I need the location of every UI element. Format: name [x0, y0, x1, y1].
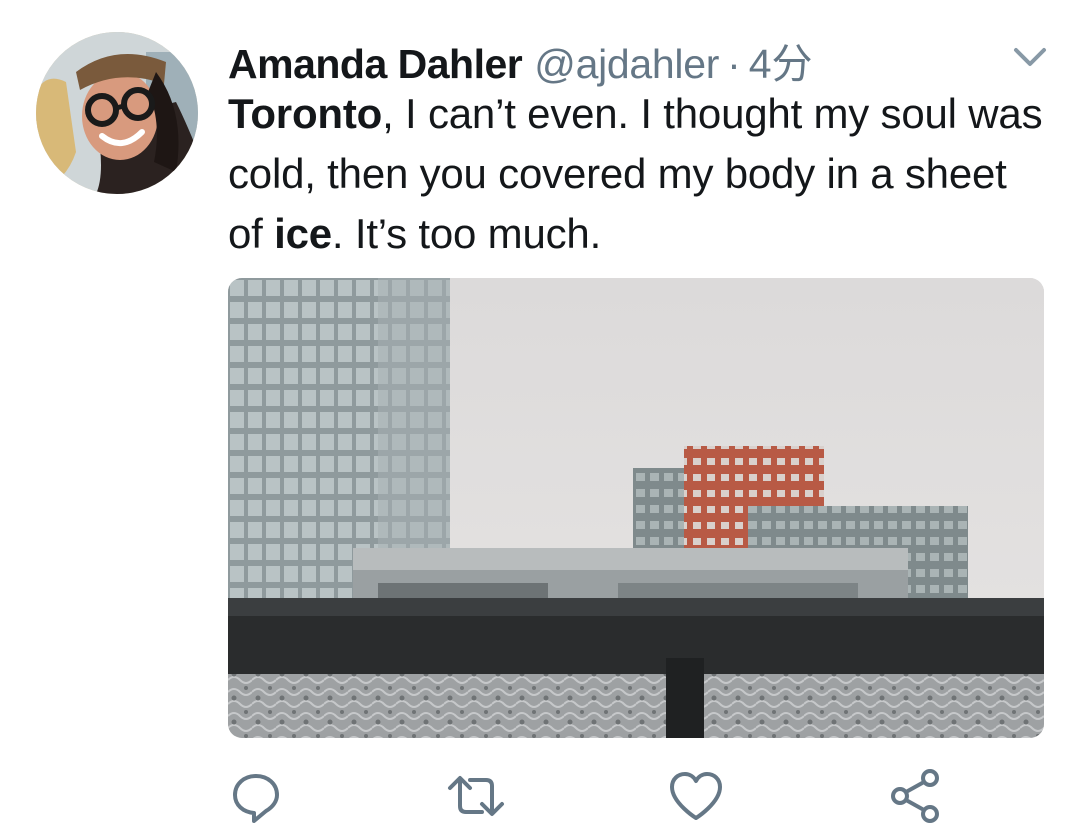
reply-icon[interactable] — [226, 766, 286, 826]
share-icon[interactable] — [886, 766, 946, 826]
tweet-text-segment: . It’s too much. — [331, 210, 602, 257]
photo-balcony-ice — [228, 278, 1044, 738]
tweet-timestamp[interactable]: 4分 — [749, 30, 813, 90]
chevron-down-icon[interactable] — [1008, 40, 1052, 74]
author-name[interactable]: Amanda Dahler — [228, 41, 523, 88]
tweet-header: Amanda Dahler @ajdahler · 4分 — [228, 30, 813, 87]
heart-icon[interactable] — [666, 766, 726, 826]
avatar-image — [36, 32, 198, 194]
author-handle[interactable]: @ajdahler — [534, 41, 719, 88]
tweet[interactable]: Amanda Dahler @ajdahler · 4分 Toronto, I … — [0, 0, 1080, 836]
avatar[interactable] — [36, 32, 198, 194]
tweet-text: Toronto, I can’t even. I thought my soul… — [228, 84, 1048, 264]
separator-dot: · — [727, 41, 741, 87]
tweet-actions — [0, 766, 1080, 826]
tweet-text-hashtag-toronto: Toronto — [228, 90, 383, 137]
tweet-text-bold-ice: ice — [274, 210, 332, 257]
tweet-photo[interactable] — [228, 278, 1044, 738]
retweet-icon[interactable] — [446, 766, 506, 826]
